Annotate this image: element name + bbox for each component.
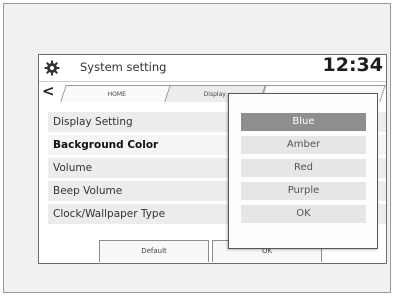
default-button[interactable]: Default	[99, 240, 209, 262]
tab-home-label: HOME	[107, 90, 126, 98]
background-color-menu: Blue Amber Red Purple OK	[228, 93, 378, 249]
screen-title: System setting	[80, 60, 167, 74]
tab-home[interactable]: HOME	[60, 85, 174, 102]
color-option-red[interactable]: Red	[241, 159, 366, 177]
title-bar: System setting 12:34	[39, 54, 386, 81]
tab-display-label: Display	[203, 90, 226, 98]
color-option-purple[interactable]: Purple	[241, 182, 366, 200]
clock: 12:34	[322, 54, 383, 76]
back-arrow-icon[interactable]: <	[42, 82, 55, 100]
gear-icon	[44, 60, 60, 76]
system-setting-screen: System setting 12:34 < HOME Display Disp…	[38, 54, 387, 264]
color-menu-ok-button[interactable]: OK	[241, 205, 366, 223]
color-option-blue[interactable]: Blue	[241, 113, 366, 131]
display-bezel: System setting 12:34 < HOME Display Disp…	[3, 3, 391, 293]
color-option-amber[interactable]: Amber	[241, 136, 366, 154]
